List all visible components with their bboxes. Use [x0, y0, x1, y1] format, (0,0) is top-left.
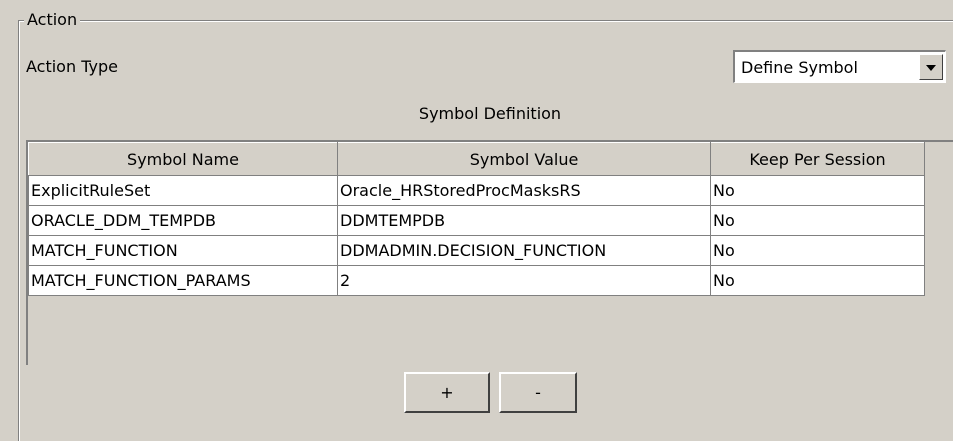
- column-header-symbol-name[interactable]: Symbol Name: [28, 142, 338, 176]
- cell-keep-per-session[interactable]: No: [710, 205, 925, 236]
- action-type-label: Action Type: [26, 57, 118, 76]
- cell-symbol-value[interactable]: DDMADMIN.DECISION_FUNCTION: [337, 235, 711, 266]
- cell-symbol-value[interactable]: Oracle_HRStoredProcMasksRS: [337, 175, 711, 206]
- cell-keep-per-session[interactable]: No: [710, 235, 925, 266]
- cell-keep-per-session[interactable]: No: [710, 265, 925, 296]
- cell-symbol-name[interactable]: ExplicitRuleSet: [28, 175, 338, 206]
- table-row[interactable]: MATCH_FUNCTION_PARAMS 2 No: [28, 265, 925, 296]
- action-type-select[interactable]: Define Symbol: [733, 50, 946, 83]
- symbol-definition-title: Symbol Definition: [418, 104, 562, 123]
- cell-symbol-name[interactable]: MATCH_FUNCTION: [28, 235, 338, 266]
- cell-symbol-name[interactable]: ORACLE_DDM_TEMPDB: [28, 205, 338, 236]
- action-group-legend: Action: [24, 9, 81, 31]
- action-type-selected-value: Define Symbol: [741, 58, 858, 77]
- column-header-symbol-value[interactable]: Symbol Value: [337, 142, 711, 176]
- cell-symbol-name[interactable]: MATCH_FUNCTION_PARAMS: [28, 265, 338, 296]
- symbol-table-frame: Symbol Name Symbol Value Keep Per Sessio…: [26, 140, 953, 365]
- remove-row-button[interactable]: -: [499, 372, 577, 413]
- column-header-keep-per-session[interactable]: Keep Per Session: [710, 142, 925, 176]
- add-row-button[interactable]: +: [404, 372, 490, 413]
- cell-keep-per-session[interactable]: No: [710, 175, 925, 206]
- table-header-row: Symbol Name Symbol Value Keep Per Sessio…: [28, 142, 925, 176]
- symbol-table: Symbol Name Symbol Value Keep Per Sessio…: [28, 142, 925, 296]
- chevron-down-icon[interactable]: [919, 54, 943, 80]
- table-row[interactable]: ORACLE_DDM_TEMPDB DDMTEMPDB No: [28, 205, 925, 236]
- cell-symbol-value[interactable]: 2: [337, 265, 711, 296]
- cell-symbol-value[interactable]: DDMTEMPDB: [337, 205, 711, 236]
- table-row[interactable]: ExplicitRuleSet Oracle_HRStoredProcMasks…: [28, 175, 925, 206]
- table-row[interactable]: MATCH_FUNCTION DDMADMIN.DECISION_FUNCTIO…: [28, 235, 925, 266]
